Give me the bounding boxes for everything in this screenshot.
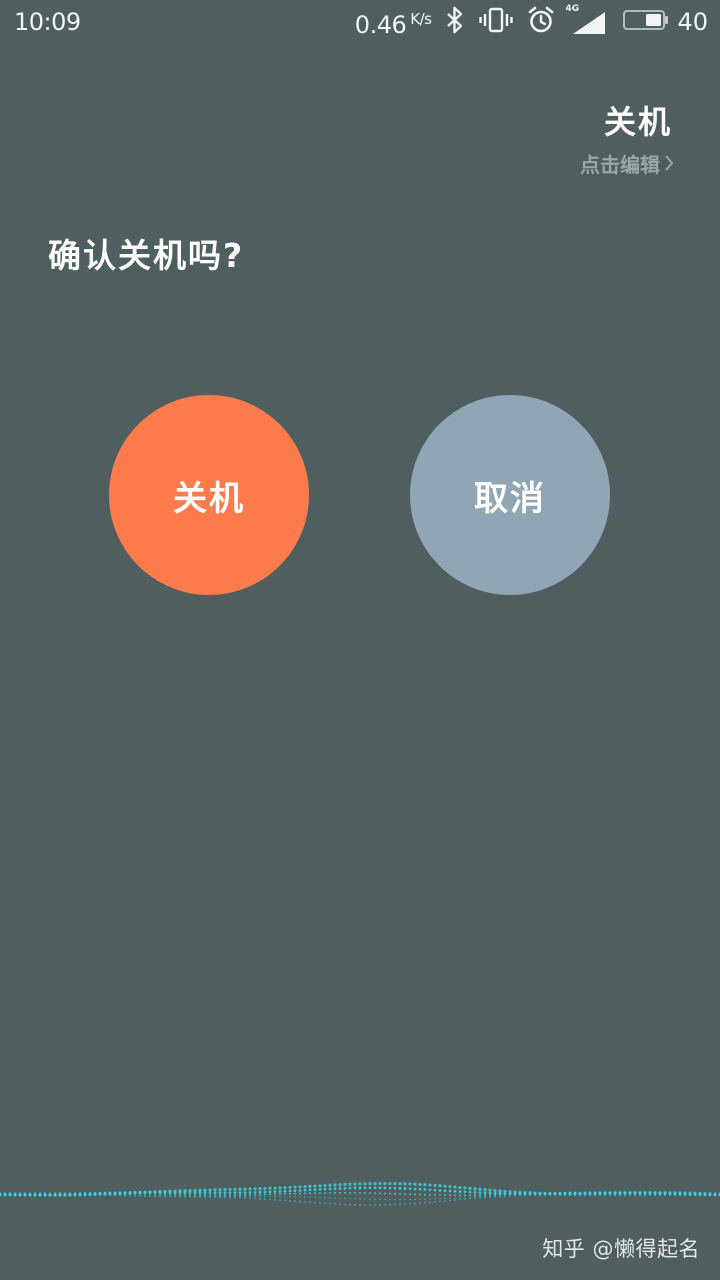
battery-icon xyxy=(623,9,669,35)
shutdown-button[interactable]: 关机 xyxy=(109,395,309,595)
network-speed-value: 0.46 xyxy=(354,11,407,39)
vibrate-icon xyxy=(479,6,514,38)
shutdown-confirm-screen: 10:09 0.46 K/s 4G 40 关机 点击编辑 确认关机吗? 关机 取… xyxy=(0,0,720,1280)
page-title: 关机 xyxy=(603,103,672,141)
confirm-question: 确认关机吗? xyxy=(48,236,245,275)
edit-link[interactable]: 点击编辑 xyxy=(580,150,674,180)
network-speed-unit: K/s xyxy=(410,10,432,28)
chevron-right-icon xyxy=(664,150,674,180)
network-speed: 0.46 K/s xyxy=(355,3,432,41)
bluetooth-icon xyxy=(445,6,465,38)
watermark: 知乎 @懒得起名 xyxy=(542,1237,700,1261)
status-icons: 0.46 K/s 4G 40 xyxy=(355,3,708,41)
alarm-icon xyxy=(527,6,555,38)
status-bar: 10:09 0.46 K/s 4G 40 xyxy=(0,0,720,44)
battery-level: 40 xyxy=(677,8,708,36)
status-time: 10:09 xyxy=(14,8,81,36)
sound-wave-decoration xyxy=(0,1181,720,1206)
signal-icon: 4G xyxy=(565,4,609,36)
edit-link-label: 点击编辑 xyxy=(580,153,660,177)
battery: 40 xyxy=(623,6,708,38)
cancel-button[interactable]: 取消 xyxy=(410,395,610,595)
